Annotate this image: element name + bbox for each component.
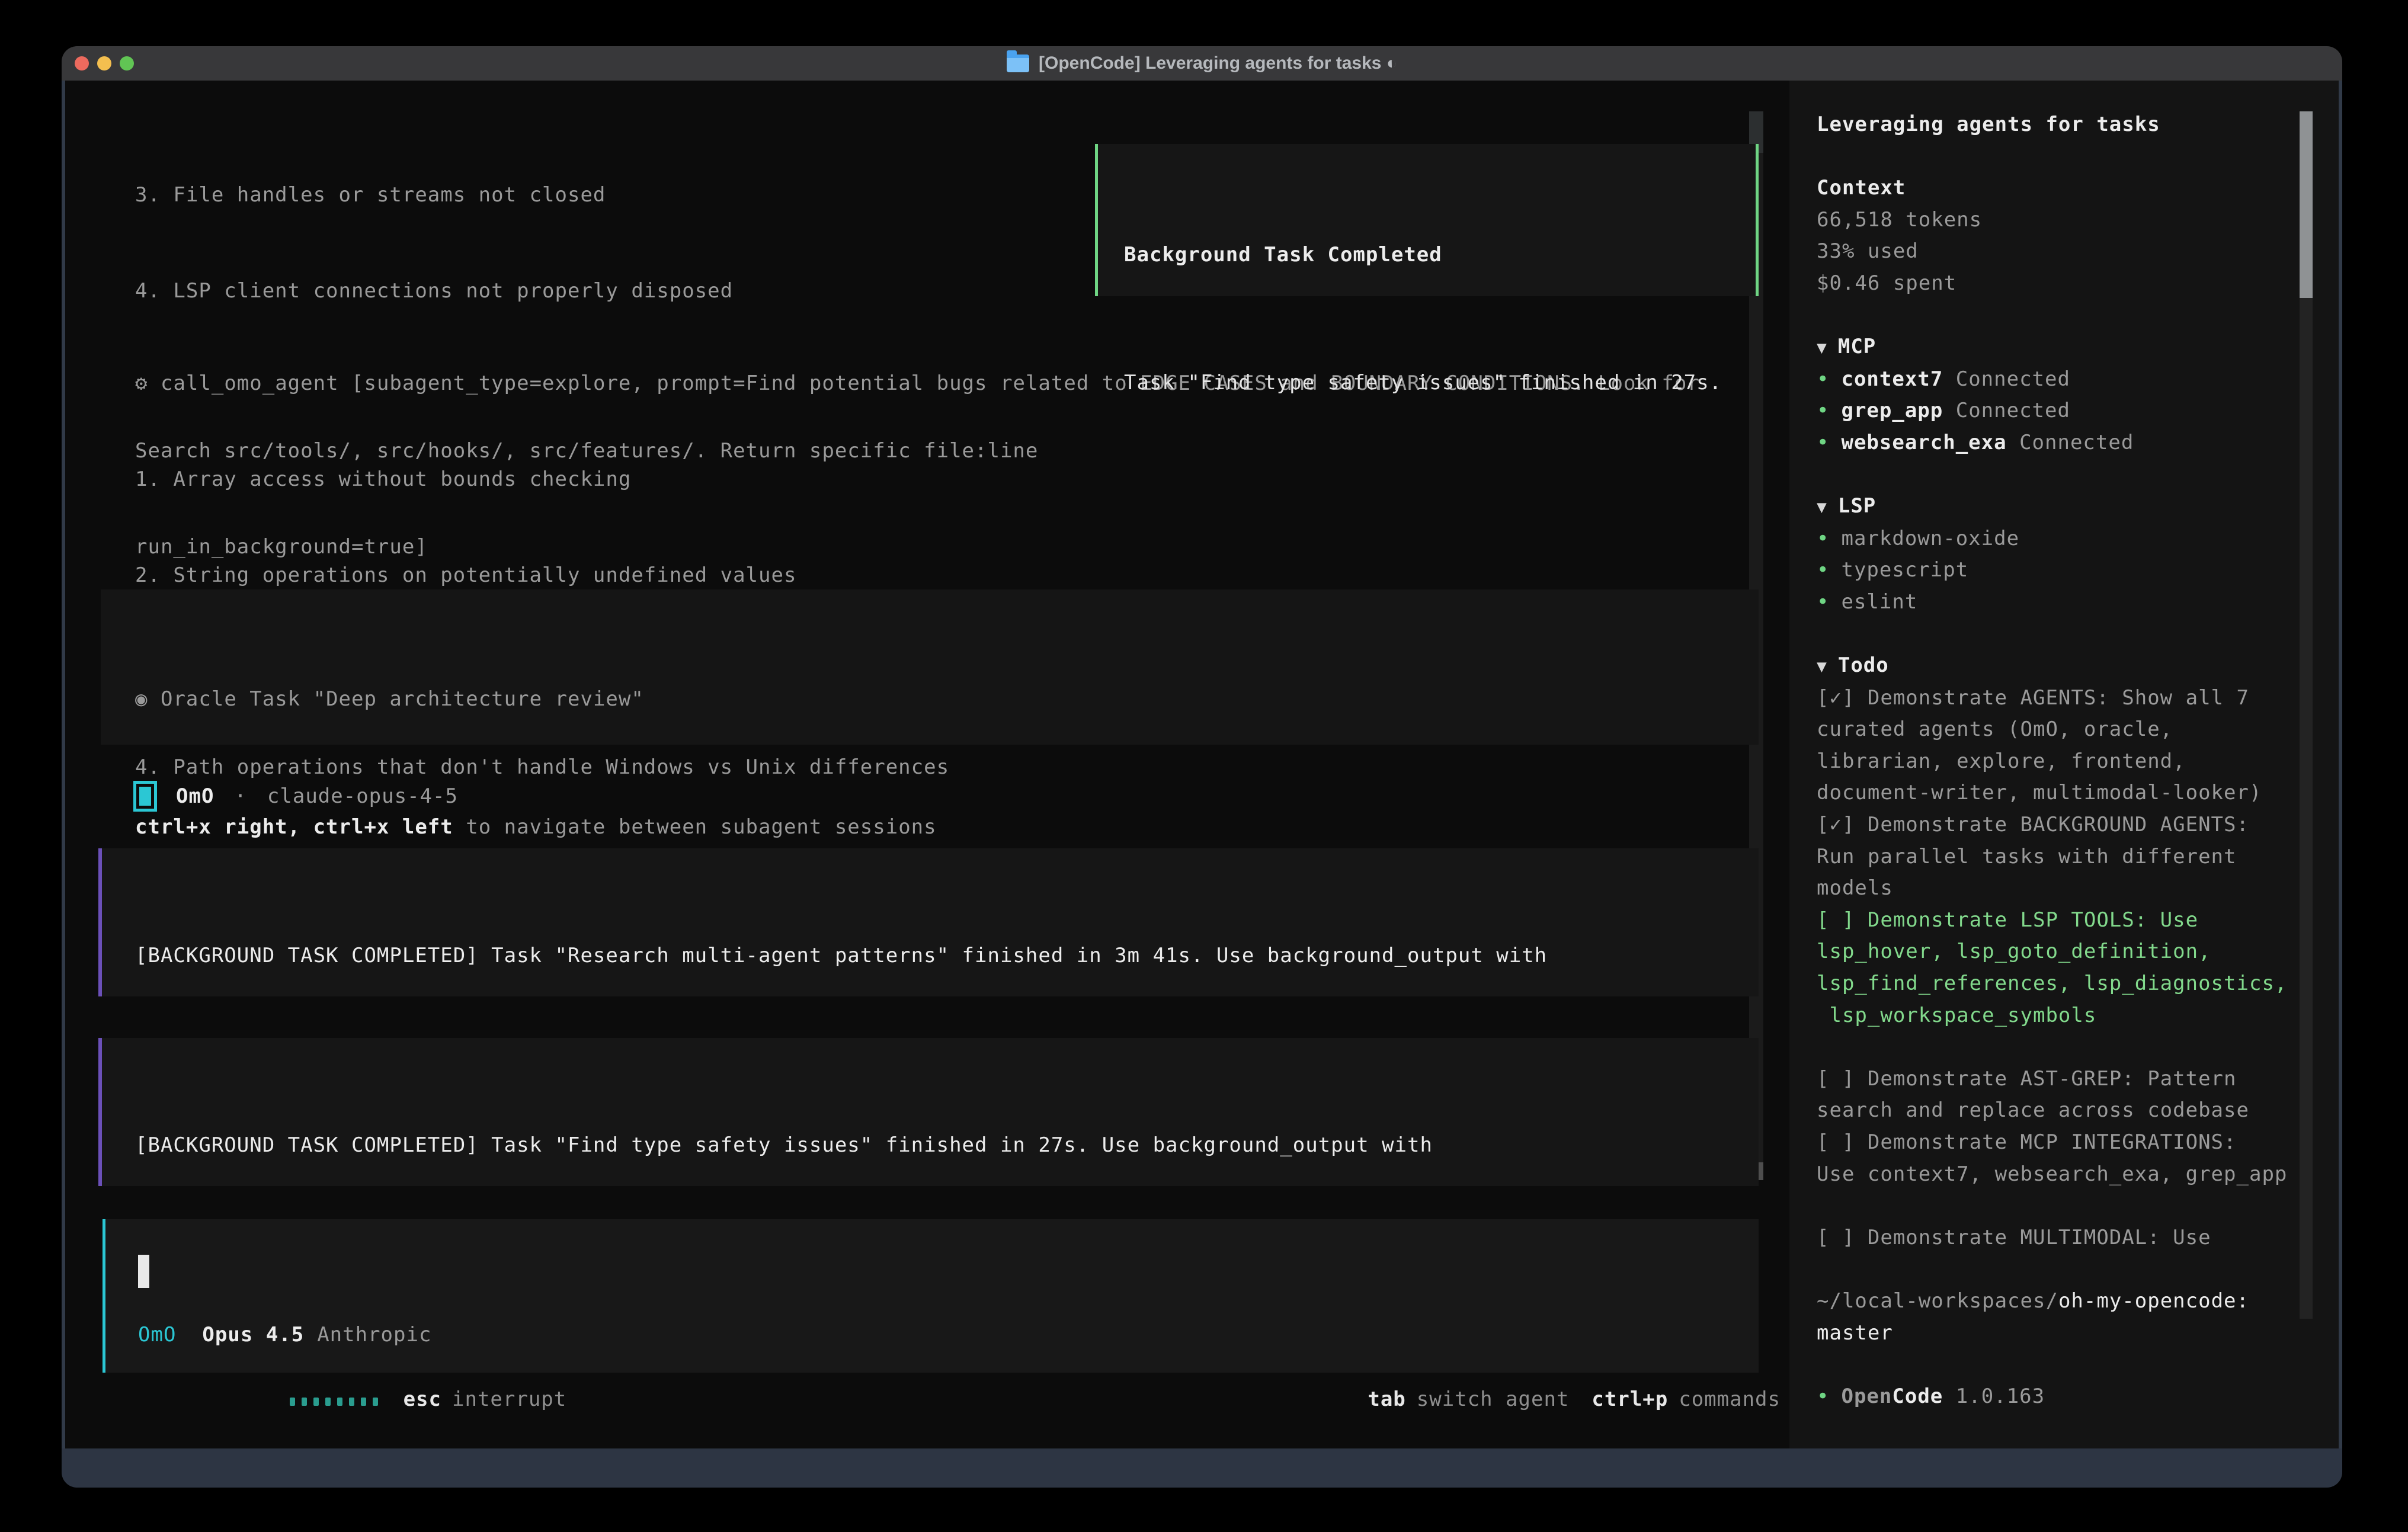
window-title: [OpenCode] Leveraging agents for tasks ◐: [1039, 53, 1397, 73]
task-message-card: [BACKGROUND TASK COMPLETED] Task "Find t…: [98, 1038, 1759, 1186]
status-right: tab switch agent ctrl+p commands: [1368, 1383, 1781, 1415]
oracle-hint-rest: to navigate between subagent sessions: [453, 815, 937, 839]
toast-title: Background Task Completed: [1124, 239, 1750, 271]
workspace-branch: master: [1817, 1318, 2339, 1350]
tab-key-label: switch agent: [1417, 1383, 1570, 1415]
mcp-section: ▼MCP •context7 Connected •grep_app Conne…: [1817, 331, 2339, 459]
chevron-down-icon: ▼: [1817, 497, 1827, 517]
prompt-meta: OmO Opus 4.5 Anthropic: [138, 1319, 431, 1351]
agent-omo-icon: [133, 781, 157, 812]
task-line: [BACKGROUND TASK COMPLETED] Task "Resear…: [135, 940, 1759, 972]
mcp-heading[interactable]: ▼MCP: [1817, 331, 2339, 364]
content-row: 3. File handles or streams not closed 4.…: [62, 81, 2342, 1448]
lsp-section: ▼LSP •markdown-oxide •typescript •eslint: [1817, 491, 2339, 618]
folder-icon: [1007, 55, 1029, 72]
scrollback-line: 4. LSP client connections not properly d…: [135, 275, 1038, 307]
text-cursor: [138, 1255, 149, 1288]
toast-body: Task "Find type safety issues" finished …: [1124, 367, 1750, 399]
sidebar-scrollbar-thumb[interactable]: [2300, 111, 2313, 298]
todo-item: [✓] Demonstrate AGENTS: Show all 7 curat…: [1817, 682, 2339, 809]
status-bar: esc interrupt tab switch agent ctrl+p co…: [65, 1383, 1789, 1415]
ctrlp-key-label: commands: [1679, 1383, 1781, 1415]
background-task-toast: Background Task Completed Task "Find typ…: [1095, 144, 1759, 296]
status-left: esc interrupt: [111, 1383, 566, 1415]
lsp-item: •typescript: [1817, 555, 2339, 586]
bullet-icon: •: [1817, 1384, 1829, 1408]
context-section: Context 66,518 tokens 33% used $0.46 spe…: [1817, 172, 2339, 299]
task-message-card: [BACKGROUND TASK COMPLETED] Task "Resear…: [98, 848, 1759, 996]
context-tokens: 66,518 tokens: [1817, 204, 2339, 236]
context-heading: Context: [1817, 172, 2339, 204]
todo-item: [ ] Demonstrate LSP TOOLS: Use lsp_hover…: [1817, 905, 2339, 1031]
mcp-item: •grep_app Connected: [1817, 395, 2339, 427]
lsp-item: •eslint: [1817, 586, 2339, 618]
prompt-provider: Anthropic: [317, 1319, 431, 1351]
terminal-window: [OpenCode] Leveraging agents for tasks ◐…: [62, 46, 2342, 1488]
tool-call-line: 1. Array access without bounds checking: [135, 463, 1700, 495]
gear-icon: ⚙: [135, 371, 148, 395]
sidebar-scrollbar-track[interactable]: [2300, 298, 2313, 1319]
chevron-down-icon: ▼: [1817, 338, 1827, 357]
window-title-group: [OpenCode] Leveraging agents for tasks ◐: [62, 46, 2342, 81]
desktop: [OpenCode] Leveraging agents for tasks ◐…: [0, 0, 2408, 1532]
context-spent: $0.46 spent: [1817, 268, 2339, 300]
esc-key-hint: esc: [404, 1383, 441, 1415]
lsp-item: •markdown-oxide: [1817, 523, 2339, 555]
todo-heading[interactable]: ▼Todo: [1817, 650, 2339, 682]
bullet-icon: •: [1817, 399, 1829, 422]
spinner-icon: [111, 1351, 385, 1447]
version-info: •OpenCode 1.0.163: [1817, 1381, 2339, 1413]
context-used: 33% used: [1817, 236, 2339, 268]
mcp-item: •context7 Connected: [1817, 364, 2339, 396]
agent-header: OmO · claude-opus-4-5: [133, 780, 458, 813]
scrollback-line: 3. File handles or streams not closed: [135, 179, 1038, 211]
sidebar: Leveraging agents for tasks Context 66,5…: [1789, 81, 2339, 1448]
agent-model: claude-opus-4-5: [267, 780, 458, 812]
bullet-icon: •: [1817, 367, 1829, 391]
bullet-icon: •: [1817, 558, 1829, 582]
agent-separator: ·: [234, 780, 246, 812]
bullet-icon: •: [1817, 527, 1829, 550]
version-line: •OpenCode 1.0.163: [1817, 1381, 2339, 1413]
workspace-info: ~/local-workspaces/oh-my-opencode: maste…: [1817, 1286, 2339, 1349]
todo-item: [ ] Demonstrate MULTIMODAL: Use: [1817, 1222, 2339, 1254]
mcp-item: •websearch_exa Connected: [1817, 427, 2339, 459]
bullet-icon: •: [1817, 590, 1829, 614]
workspace-path: ~/local-workspaces/oh-my-opencode:: [1817, 1286, 2339, 1318]
record-icon: ◉: [135, 687, 148, 711]
task-line: [BACKGROUND TASK COMPLETED] Task "Find t…: [135, 1129, 1759, 1161]
bullet-icon: •: [1817, 431, 1829, 454]
agent-name: OmO: [176, 780, 214, 812]
prompt-agent: OmO: [138, 1319, 176, 1351]
chat-pane: 3. File handles or streams not closed 4.…: [65, 81, 1789, 1448]
prompt-model: Opus 4.5: [202, 1319, 304, 1351]
tab-key-hint: tab: [1368, 1383, 1405, 1415]
oracle-task-title-line: ◉ Oracle Task "Deep architecture review": [135, 683, 1759, 715]
titlebar: [OpenCode] Leveraging agents for tasks ◐: [62, 46, 2342, 81]
todo-item: [ ] Demonstrate AST-GREP: Pattern search…: [1817, 1063, 2339, 1127]
oracle-task-card: ◉ Oracle Task "Deep architecture review"…: [101, 589, 1759, 745]
session-title: Leveraging agents for tasks: [1817, 109, 2339, 141]
chevron-down-icon: ▼: [1817, 656, 1827, 676]
oracle-hint-line: ctrl+x right, ctrl+x left to navigate be…: [135, 811, 1759, 843]
oracle-hint-keys: ctrl+x right, ctrl+x left: [135, 815, 453, 839]
todo-section: ▼Todo [✓] Demonstrate AGENTS: Show all 7…: [1817, 650, 2339, 1254]
todo-item: [✓] Demonstrate BACKGROUND AGENTS: Run p…: [1817, 809, 2339, 905]
ctrlp-key-hint: ctrl+p: [1592, 1383, 1668, 1415]
tool-call-line: 2. String operations on potentially unde…: [135, 559, 1700, 591]
prompt-input[interactable]: OmO Opus 4.5 Anthropic: [103, 1219, 1759, 1373]
lsp-heading[interactable]: ▼LSP: [1817, 491, 2339, 523]
window-footer-bar: [62, 1448, 2342, 1488]
esc-key-label: interrupt: [452, 1383, 566, 1415]
todo-item: [ ] Demonstrate MCP INTEGRATIONS: Use co…: [1817, 1127, 2339, 1190]
